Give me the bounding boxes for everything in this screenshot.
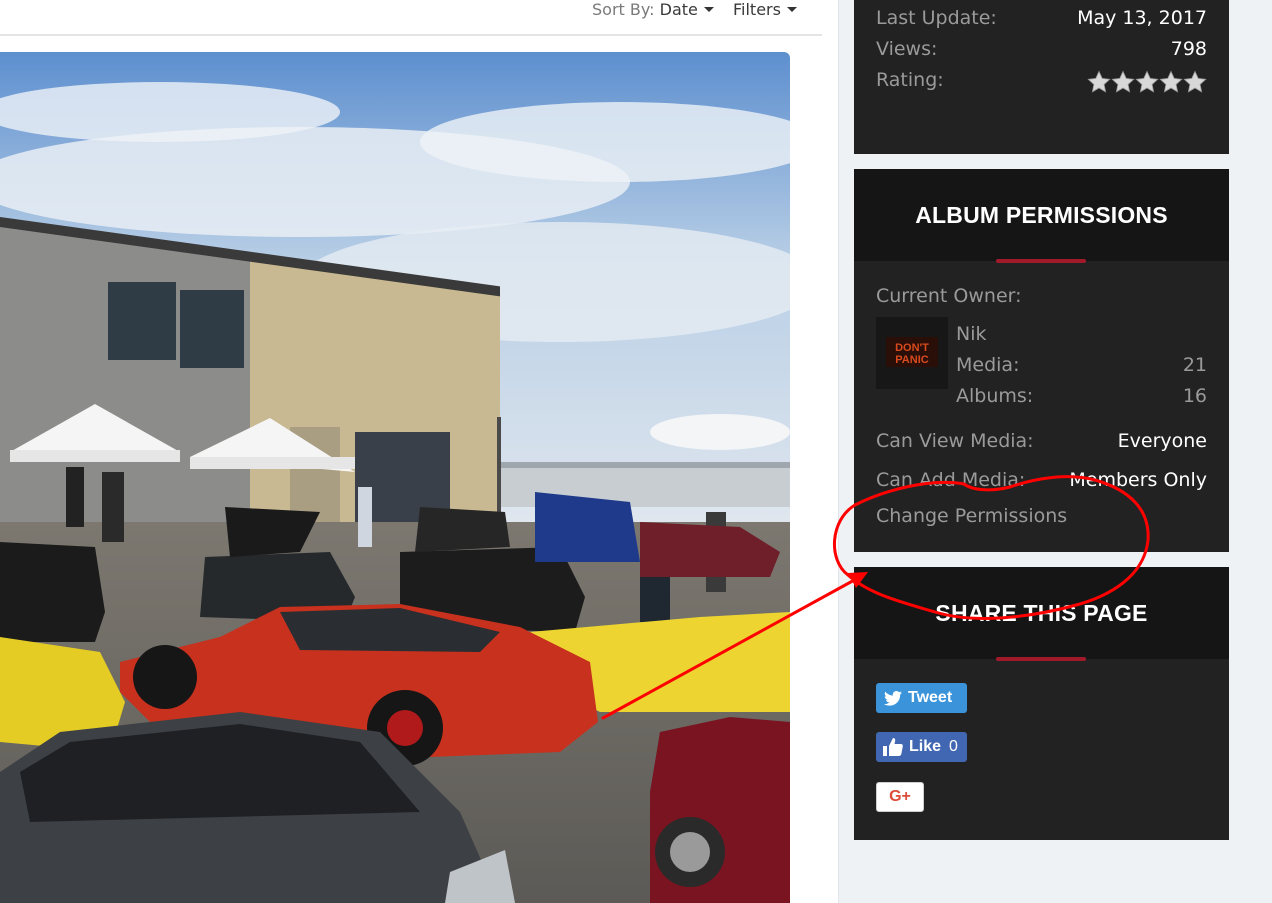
car-show-photo-icon: [0, 52, 790, 903]
owner-name-link[interactable]: Nik: [956, 323, 987, 345]
can-add-value: Members Only: [1069, 469, 1207, 491]
current-owner-row: Current Owner:: [876, 285, 1207, 307]
header-accent-bar: [996, 259, 1086, 263]
last-update-row: Last Update: May 13, 2017: [876, 7, 1207, 29]
owner-albums-label: Albums:: [956, 385, 1034, 407]
album-permissions-panel: ALBUM PERMISSIONS Current Owner: DON'T P…: [854, 169, 1229, 552]
share-title: SHARE THIS PAGE: [935, 600, 1148, 626]
twitter-bird-icon: [884, 690, 902, 706]
sort-by-label: Sort By:: [592, 0, 655, 19]
rating-stars[interactable]: [1087, 70, 1207, 94]
sort-by-dropdown[interactable]: Sort By: Date: [592, 0, 714, 19]
like-label: Like: [909, 738, 942, 755]
filters-dropdown[interactable]: Filters: [733, 0, 797, 19]
views-label: Views:: [876, 38, 938, 60]
media-info-panel: Last Update: May 13, 2017 Views: 798 Rat…: [854, 0, 1229, 154]
views-value: 798: [1170, 38, 1207, 60]
star-icon[interactable]: [1183, 70, 1207, 94]
change-permissions-link[interactable]: Change Permissions: [876, 505, 1067, 527]
owner-avatar[interactable]: DON'T PANIC: [876, 317, 948, 389]
current-owner-label: Current Owner:: [876, 285, 1022, 307]
thumbs-up-icon: [883, 738, 903, 756]
owner-media-label: Media:: [956, 354, 1020, 376]
rating-row: Rating:: [876, 69, 1207, 94]
header-accent-bar: [996, 657, 1086, 661]
like-count: 0: [949, 738, 958, 755]
star-icon[interactable]: [1159, 70, 1183, 94]
caret-down-icon: [703, 7, 714, 12]
can-view-row: Can View Media: Everyone: [876, 430, 1207, 452]
views-row: Views: 798: [876, 38, 1207, 60]
share-panel: SHARE THIS PAGE Tweet Like 0 G+: [854, 567, 1229, 840]
filters-label: Filters: [733, 0, 781, 19]
sort-by-value: Date: [659, 0, 698, 19]
tweet-label: Tweet: [908, 689, 953, 706]
owner-albums-count: 16: [1182, 385, 1207, 407]
tweet-button[interactable]: Tweet: [876, 683, 967, 713]
avatar-text: DON'T: [895, 342, 929, 354]
share-header: SHARE THIS PAGE: [854, 567, 1229, 661]
owner-media-row: Media: 21: [956, 354, 1207, 376]
owner-media-count: 21: [1182, 354, 1207, 376]
sidebar: Last Update: May 13, 2017 Views: 798 Rat…: [838, 0, 1272, 903]
album-permissions-header: ALBUM PERMISSIONS: [854, 169, 1229, 263]
google-plus-button[interactable]: G+: [876, 782, 924, 812]
facebook-like-button[interactable]: Like 0: [876, 732, 967, 762]
change-permissions-row: Change Permissions: [876, 505, 1207, 527]
star-icon[interactable]: [1111, 70, 1135, 94]
album-permissions-title: ALBUM PERMISSIONS: [915, 202, 1168, 228]
rating-label: Rating:: [876, 69, 944, 91]
main-content: Sort By: Date Filters: [0, 0, 838, 903]
caret-down-icon: [786, 7, 797, 12]
sort-filter-bar: Sort By: Date Filters: [0, 0, 822, 36]
owner-name-row: Nik: [956, 323, 1207, 345]
last-update-label: Last Update:: [876, 7, 997, 29]
avatar-image-icon: DON'T PANIC: [876, 317, 948, 389]
avatar-text: PANIC: [895, 354, 928, 366]
can-view-value: Everyone: [1117, 430, 1207, 452]
can-view-label: Can View Media:: [876, 430, 1034, 452]
star-icon[interactable]: [1135, 70, 1159, 94]
google-plus-icon: G+: [889, 788, 911, 805]
can-add-row: Can Add Media: Members Only: [876, 469, 1207, 491]
media-photo[interactable]: [0, 52, 790, 903]
star-icon[interactable]: [1087, 70, 1111, 94]
can-add-label: Can Add Media:: [876, 469, 1026, 491]
last-update-value: May 13, 2017: [1077, 7, 1207, 29]
owner-albums-row: Albums: 16: [956, 385, 1207, 407]
